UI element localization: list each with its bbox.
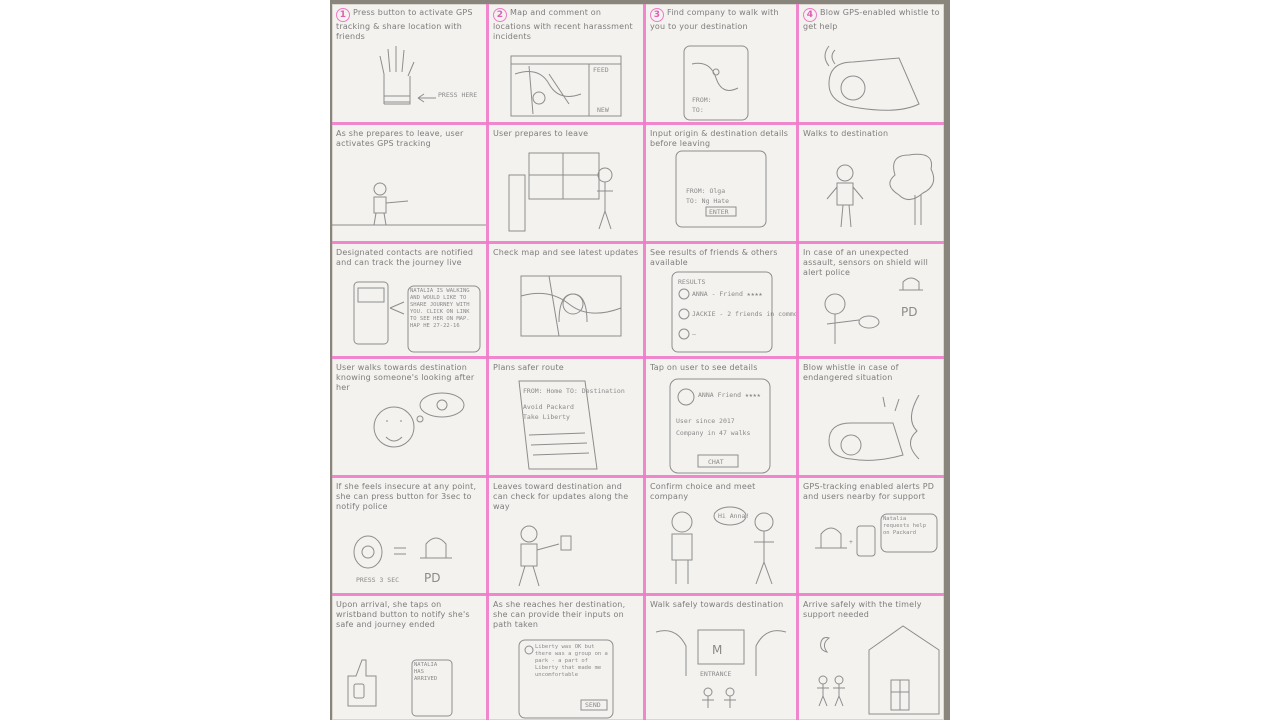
storyboard-panel: Tap on user to see details ANNA Friend ★… [646,359,796,475]
press-button-sketch: PRESS 3 SEC PD [353,535,452,585]
phone-route-sketch: FROM: TO: [683,45,749,121]
sketch-label: User since 2017 [676,417,735,425]
arrived-sketch: NATALIA HAS ARRIVED [347,659,453,717]
room-sketch [508,152,613,232]
arrive-home-sketch [817,625,940,715]
sketch-label: TO: [692,106,704,114]
meeting-company-sketch: Hi Anna! [671,506,774,585]
sketch-label: M [712,643,722,657]
storyboard-panel: Designated contacts are notified and can… [332,244,486,356]
thinking-face-sketch [373,392,465,448]
alert-users-sketch: + Natalia requests help on Packard [815,513,938,557]
storyboard-panel: Confirm choice and meet company Hi Anna! [646,478,796,593]
route-plan-sketch: FROM: Home TO: Destination Avoid Packard… [518,380,625,470]
storyboard-panel: Walks to destination [799,125,944,241]
sketch-label: Take Liberty [523,413,570,421]
notification-sketch: NATALIA IS WALKING AND WOULD LIKE TO SHA… [353,281,481,353]
storyboard-panel: Leaves toward destination and can check … [489,478,643,593]
sketch-label: ENTRANCE [700,670,731,678]
photo-stage: 1 Press button to activate GPS tracking &… [0,0,1280,720]
assault-alert-sketch: PD [824,277,923,344]
map-screen-sketch: FEED NEW [510,55,622,117]
sketch-label: PD [901,305,917,319]
storyboard-panel: Upon arrival, she taps on wristband butt… [332,596,486,720]
storyboard-panel: GPS-tracking enabled alerts PD and users… [799,478,944,593]
storyboard-panel: User walks towards destination knowing s… [332,359,486,475]
storyboard-panel: Walk safely towards destination M ENTRAN… [646,596,796,720]
sketch-label: FROM: [692,96,712,104]
sketch-label: FEED [593,66,609,74]
input-form-sketch: FROM: Olga TO: Ng Hate ENTER [675,150,767,228]
storyboard-panel: Input origin & destination details befor… [646,125,796,241]
storyboard-panel: 1 Press button to activate GPS tracking &… [332,4,486,122]
walking-phone-sketch [518,525,572,587]
sketch-label: CHAT [708,458,724,466]
girl-activating-sketch [332,182,486,226]
blowing-whistle-sketch [828,394,920,461]
sketch-label: SEND [585,701,601,709]
sketch-label: ANNA Friend ★★★★ [698,391,761,399]
walking-tree-sketch [826,153,935,228]
storyboard-panel: Plans safer route FROM: Home TO: Destina… [489,359,643,475]
sketch-label: Hi Anna! [718,512,749,520]
storyboard-panel: Arrive safely with the timely support ne… [799,596,944,720]
sketch-label: FROM: Olga [686,187,725,195]
sketch-label: ENTER [709,208,729,216]
storyboard-panel: As she prepares to leave, user activates… [332,125,486,241]
hand-wristband-sketch: PRESS HERE [379,46,477,105]
sketch-label: FROM: Home TO: Destination [523,387,625,395]
sketch-label: ANNA - Friend ★★★★ [692,290,763,298]
storyboard-panel: Blow whistle in case of endangered situa… [799,359,944,475]
storyboard-panel: See results of friends & others availabl… [646,244,796,356]
storyboard-panel: 2 Map and comment on locations with recen… [489,4,643,122]
storyboard-panel: As she reaches her destination, she can … [489,596,643,720]
storyboard-panel: User prepares to leave [489,125,643,241]
sketch-label: NATALIA HAS ARRIVED [414,662,438,682]
profile-details-sketch: ANNA Friend ★★★★ User since 2017 Company… [669,378,771,474]
sketch-label: Natalia requests help on Packard [883,516,927,536]
sketch-label: RESULTS [678,278,705,286]
whistle-sketch [824,45,920,111]
sketch-label: — [692,330,696,338]
sketch-label: PRESS 3 SEC [356,576,399,584]
storyboard-paper: 1 Press button to activate GPS tracking &… [332,4,944,720]
sketch-label: PD [424,571,440,585]
campus-entrance-sketch: M ENTRANCE [655,629,787,708]
sketch-label: TO: Ng Hate [686,197,729,205]
storyboard-panel: In case of an unexpected assault, sensor… [799,244,944,356]
sketch-label: Company in 47 walks [676,429,750,437]
checking-map-sketch [520,275,622,337]
sketch-label: NATALIA IS WALKING AND WOULD LIKE TO SHA… [410,288,470,329]
storyboard-panel: If she feels insecure at any point, she … [332,478,486,593]
sketch-label: Avoid Packard [523,403,574,411]
storyboard-panel: Check map and see latest updates [489,244,643,356]
sketch-label: Liberty was OK but there was a group on … [535,644,608,678]
results-list-sketch: RESULTS ANNA - Friend ★★★★ JACKIE - 2 fr… [671,271,796,353]
storyboard-panel: 3 Find company to walk with you to your d… [646,4,796,122]
storyboard-panel: 4 Blow GPS-enabled whistle to get help [799,4,944,122]
svg-text:+: + [849,538,853,546]
feedback-form-sketch: Liberty was OK but there was a group on … [518,639,614,719]
sketch-label: JACKIE - 2 friends in common [692,310,796,318]
sketch-label: PRESS HERE [438,91,477,99]
sketch-label: NEW [597,106,609,114]
